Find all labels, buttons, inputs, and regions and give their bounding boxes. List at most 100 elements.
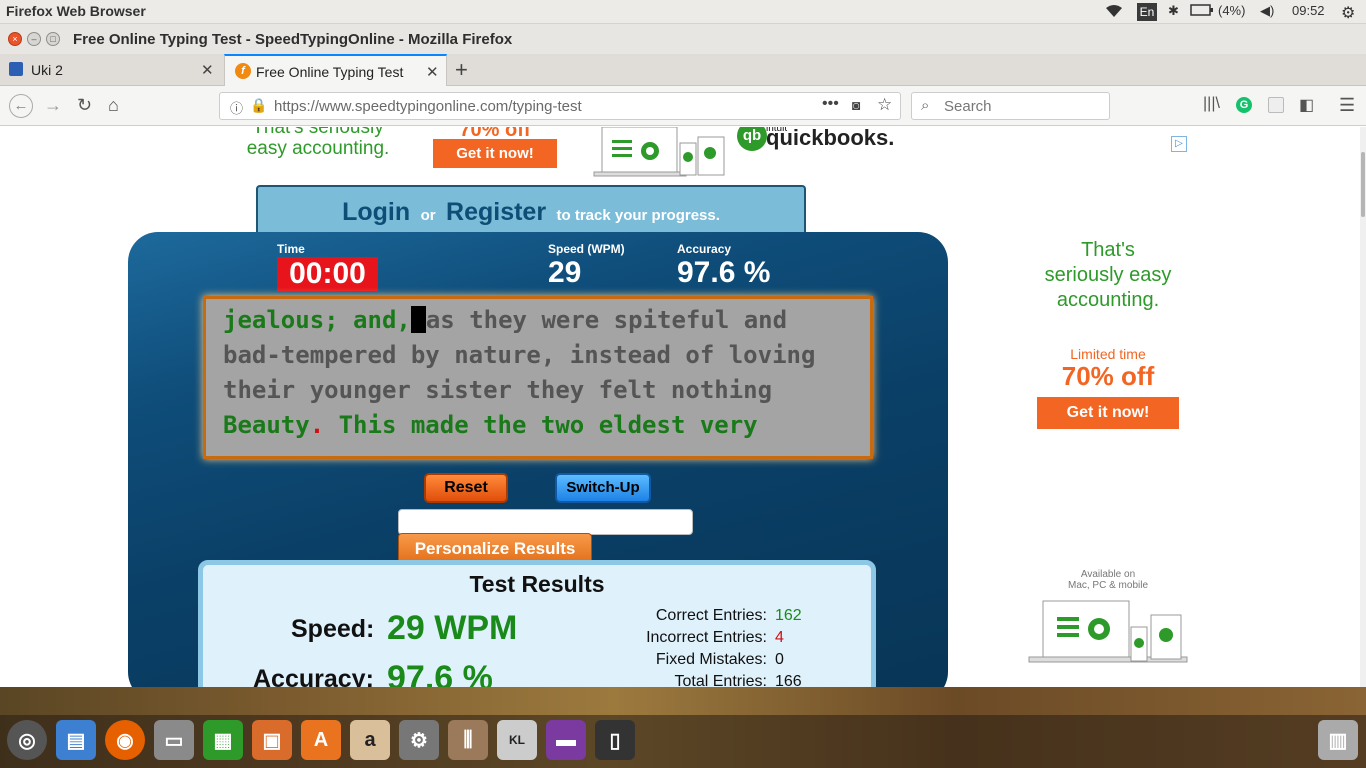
system-gear-icon[interactable]: ⚙	[1341, 3, 1355, 23]
test-results-box: Test Results Speed: 29 WPM Accuracy: 97.…	[198, 560, 876, 687]
lock-icon: 🔒	[250, 97, 268, 113]
url-text: https://www.speedtypingonline.com/typing…	[274, 98, 582, 115]
or-text: or	[420, 207, 436, 224]
minimize-window-button[interactable]: –	[27, 32, 41, 46]
tab-strip: Uki 2 ✕ f Free Online Typing Test ✕ +	[0, 54, 1366, 86]
login-banner: Login or Register to track your progress…	[256, 185, 806, 237]
register-link[interactable]: Register	[446, 198, 546, 226]
menu-icon[interactable]: ☰	[1339, 95, 1355, 116]
text-line: their younger sister they felt nothing	[223, 376, 773, 404]
phone-icon[interactable]: ▯	[595, 720, 635, 760]
text-line: jealous; and, as they were spiteful and	[223, 306, 788, 334]
right-ad-text: That's seriously easy accounting.	[1044, 239, 1172, 311]
search-box[interactable]: ⌕ Search	[911, 92, 1110, 120]
switch-up-button[interactable]: Switch-Up	[555, 473, 651, 503]
text-line: bad-tempered by nature, instead of lovin…	[223, 341, 816, 369]
sidebar-icon[interactable]: ◧	[1299, 95, 1314, 115]
keyboard-icon[interactable]: KL	[497, 720, 537, 760]
battery-icon[interactable]	[1190, 3, 1214, 20]
right-ad-offer: 70% off	[1061, 361, 1155, 391]
software-center-icon[interactable]: A	[301, 720, 341, 760]
result-speed-label: Speed:	[291, 615, 375, 643]
site-favicon-icon: f	[235, 63, 251, 79]
close-tab-icon[interactable]: ✕	[201, 61, 214, 79]
quickbooks-logo-icon: qb	[737, 127, 767, 151]
home-icon[interactable]: ⌂	[108, 95, 119, 116]
web-page: That's seriously easy accounting. 70% of…	[0, 127, 1366, 687]
typing-test-panel: Time 00:00 Speed (WPM) 29 Accuracy 97.6 …	[128, 232, 948, 687]
incorrect-entries-value: 4	[775, 629, 784, 646]
ubuntu-logo-icon[interactable]: ◎	[7, 720, 47, 760]
calc-icon[interactable]: ▦	[203, 720, 243, 760]
settings-icon[interactable]: ⚙	[399, 720, 439, 760]
keyboard-layout-indicator[interactable]: En	[1137, 3, 1157, 21]
tab-label: Uki 2	[31, 62, 63, 78]
accuracy-label: Accuracy	[677, 242, 732, 256]
forward-icon[interactable]: →	[44, 95, 62, 116]
time-label: Time	[277, 242, 305, 256]
info-icon[interactable]: ⓘ	[230, 98, 243, 117]
right-ad-cta-button[interactable]: Get it now!	[1037, 397, 1179, 429]
page-scrollbar[interactable]	[1360, 127, 1366, 687]
page-actions-icon[interactable]: •••	[822, 95, 839, 113]
fixed-mistakes-label: Fixed Mistakes:	[655, 651, 767, 668]
contact-icon	[9, 62, 23, 76]
accuracy-value: 97.6 %	[677, 256, 771, 289]
navigation-toolbar: ← → ↻ ⌂ ⓘ 🔒 https://www.speedtypingonlin…	[0, 86, 1366, 126]
result-speed-value: 29 WPM	[387, 609, 518, 647]
trash-icon[interactable]: ▥	[1318, 720, 1358, 760]
library-icon[interactable]: |||\	[1203, 95, 1220, 113]
impress-icon[interactable]: ▣	[252, 720, 292, 760]
total-entries-value: 166	[775, 673, 802, 687]
pocket-icon[interactable]: ◙	[852, 97, 860, 113]
right-ad-devices-icon	[1028, 600, 1188, 663]
typing-text-area: jealous; and, as they were spiteful and b…	[203, 296, 873, 459]
firefox-icon[interactable]: ◉	[105, 720, 145, 760]
files-icon[interactable]: ▭	[154, 720, 194, 760]
maximize-window-button[interactable]: □	[46, 32, 60, 46]
battery-percent: (4%)	[1218, 3, 1246, 18]
brand-name: quickbooks.	[766, 127, 895, 150]
scrollbar-thumb[interactable]	[1361, 152, 1365, 217]
right-ad-availability: Available on Mac, PC & mobile	[1067, 569, 1149, 591]
bluetooth-icon[interactable]: ✱	[1168, 3, 1179, 19]
right-ad-limited: Limited time	[1070, 346, 1146, 362]
active-app-name: Firefox Web Browser	[6, 3, 146, 19]
reload-icon[interactable]: ↻	[77, 95, 92, 116]
login-link[interactable]: Login	[342, 198, 410, 226]
top-ad-text: That's seriously easy accounting.	[246, 127, 390, 159]
total-entries-label: Total Entries:	[674, 673, 767, 687]
close-window-button[interactable]: ×	[8, 32, 22, 46]
new-tab-icon[interactable]: +	[455, 57, 468, 83]
typing-input[interactable]	[398, 509, 693, 535]
tab-label: Free Online Typing Test	[256, 64, 404, 80]
adchoices-icon[interactable]: ▷	[1171, 136, 1187, 152]
writer-icon[interactable]: ▤	[56, 720, 96, 760]
tab-uki[interactable]: Uki 2 ✕	[0, 54, 224, 86]
back-icon[interactable]: ←	[9, 94, 33, 118]
bookmark-star-icon[interactable]: ☆	[877, 95, 892, 115]
screen-icon[interactable]: ▬	[546, 720, 586, 760]
mixer-icon[interactable]: ⫼	[448, 720, 488, 760]
amazon-icon[interactable]: a	[350, 720, 390, 760]
fixed-mistakes-value: 0	[775, 651, 784, 668]
tab-typing-test[interactable]: f Free Online Typing Test ✕	[224, 54, 447, 86]
progress-text: to track your progress.	[556, 207, 720, 224]
top-ad-cta-button[interactable]: Get it now!	[433, 139, 557, 168]
volume-icon[interactable]: ◀)	[1260, 3, 1274, 19]
text-line: Beauty. This made the two eldest very	[223, 411, 758, 439]
grammarly-icon[interactable]: G	[1236, 97, 1252, 113]
clock[interactable]: 09:52	[1292, 3, 1325, 18]
devices-illustration-icon	[593, 127, 725, 177]
close-tab-icon[interactable]: ✕	[426, 63, 439, 81]
correct-entries-label: Correct Entries:	[655, 607, 767, 624]
extension-icon[interactable]	[1268, 97, 1284, 113]
wifi-icon[interactable]	[1104, 3, 1124, 22]
timer-display: 00:00	[277, 257, 378, 291]
reset-button[interactable]: Reset	[424, 473, 508, 503]
result-accuracy-label: Accuracy:	[253, 665, 374, 687]
result-accuracy-value: 97.6 %	[387, 659, 493, 687]
window-title-bar: × – □ Free Online Typing Test - SpeedTyp…	[0, 24, 1366, 54]
url-bar[interactable]: ⓘ 🔒 https://www.speedtypingonline.com/ty…	[219, 92, 901, 120]
speed-label: Speed (WPM)	[548, 242, 625, 256]
